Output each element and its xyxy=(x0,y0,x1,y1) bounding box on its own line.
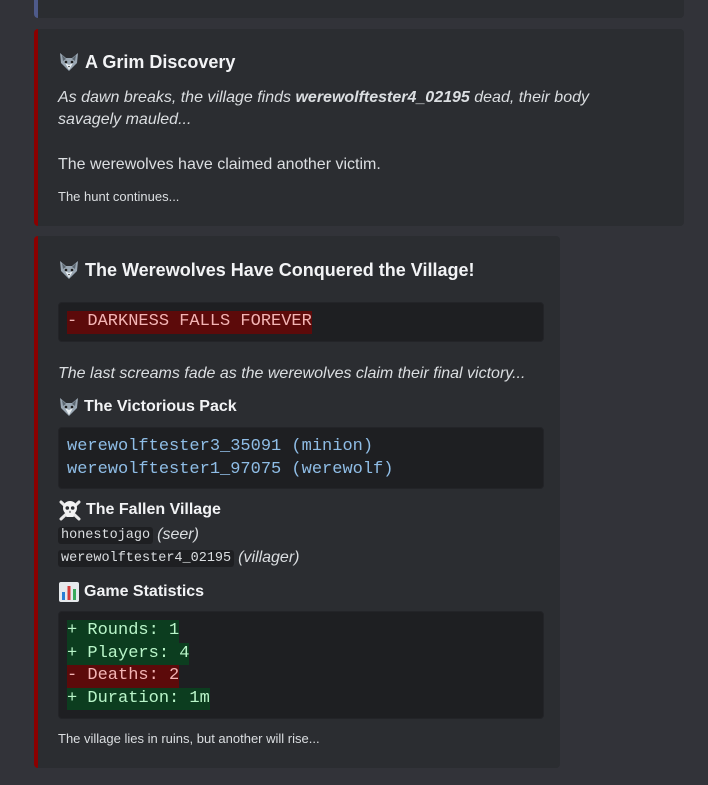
stat-line: + Rounds: 1 xyxy=(67,620,535,643)
field-fallen-village: The Fallen Village xyxy=(58,498,221,522)
fallen-row: honestojago (seer) xyxy=(58,526,199,544)
skull-crossbones-icon xyxy=(58,498,82,522)
fallen-row: werewolftester4_02195 (villager) xyxy=(58,549,299,567)
field-name-text: The Victorious Pack xyxy=(84,398,237,415)
victory-embed: The Werewolves Have Conquered the Villag… xyxy=(34,236,560,768)
stat-line: + Duration: 1m xyxy=(67,687,535,710)
banner-codeblock: - DARKNESS FALLS FOREVER xyxy=(58,302,544,342)
stats-codeblock: + Rounds: 1 + Players: 4 - Deaths: 2 + D… xyxy=(58,611,544,719)
field-name-text: Game Statistics xyxy=(84,583,205,600)
embed-description: The last screams fade as the werewolves … xyxy=(58,363,558,385)
field-victorious-pack: The Victorious Pack xyxy=(58,396,237,418)
pack-member: werewolftester3_35091 (minion) xyxy=(67,437,374,456)
embed-line: The werewolves have claimed another vict… xyxy=(58,156,381,173)
wolf-icon xyxy=(58,51,80,73)
pack-member: werewolftester1_97075 (werewolf) xyxy=(67,459,394,479)
field-game-statistics: Game Statistics xyxy=(58,581,204,603)
previous-embed xyxy=(34,0,684,18)
player-role: (villager) xyxy=(238,549,300,566)
embed-title-text: The Werewolves Have Conquered the Villag… xyxy=(85,259,475,280)
stat-line: - Deaths: 2 xyxy=(67,665,535,688)
embed-footer: The hunt continues... xyxy=(58,189,180,204)
victim-name: werewolftester4_02195 xyxy=(295,89,470,106)
stat-text: + Duration: 1m xyxy=(67,687,210,710)
player-name: honestojago xyxy=(58,526,154,544)
stat-text: - Deaths: 2 xyxy=(67,665,180,688)
wolf-icon xyxy=(58,259,80,281)
stat-text: + Rounds: 1 xyxy=(67,620,180,643)
embed-title: A Grim Discovery xyxy=(58,51,235,73)
grim-discovery-embed: A Grim Discovery As dawn breaks, the vil… xyxy=(34,29,684,226)
desc-prefix: As dawn breaks, the village finds xyxy=(58,89,296,106)
embed-description: As dawn breaks, the village finds werewo… xyxy=(58,87,648,131)
stat-line: + Players: 4 xyxy=(67,642,535,665)
italic-line: The last screams fade as the werewolves … xyxy=(58,365,526,382)
embed-title: The Werewolves Have Conquered the Villag… xyxy=(58,259,474,281)
wolf-icon xyxy=(58,396,80,418)
player-name: werewolftester4_02195 xyxy=(58,549,235,567)
banner-line: - DARKNESS FALLS FOREVER xyxy=(67,311,312,334)
field-name-text: The Fallen Village xyxy=(86,501,221,518)
player-role: (seer) xyxy=(157,526,199,543)
pack-codeblock: werewolftester3_35091 (minion) werewolft… xyxy=(58,427,544,489)
embed-footer: The village lies in ruins, but another w… xyxy=(58,731,320,746)
embed-title-text: A Grim Discovery xyxy=(85,51,236,72)
bar-chart-icon xyxy=(58,581,80,603)
stat-text: + Players: 4 xyxy=(67,642,190,665)
